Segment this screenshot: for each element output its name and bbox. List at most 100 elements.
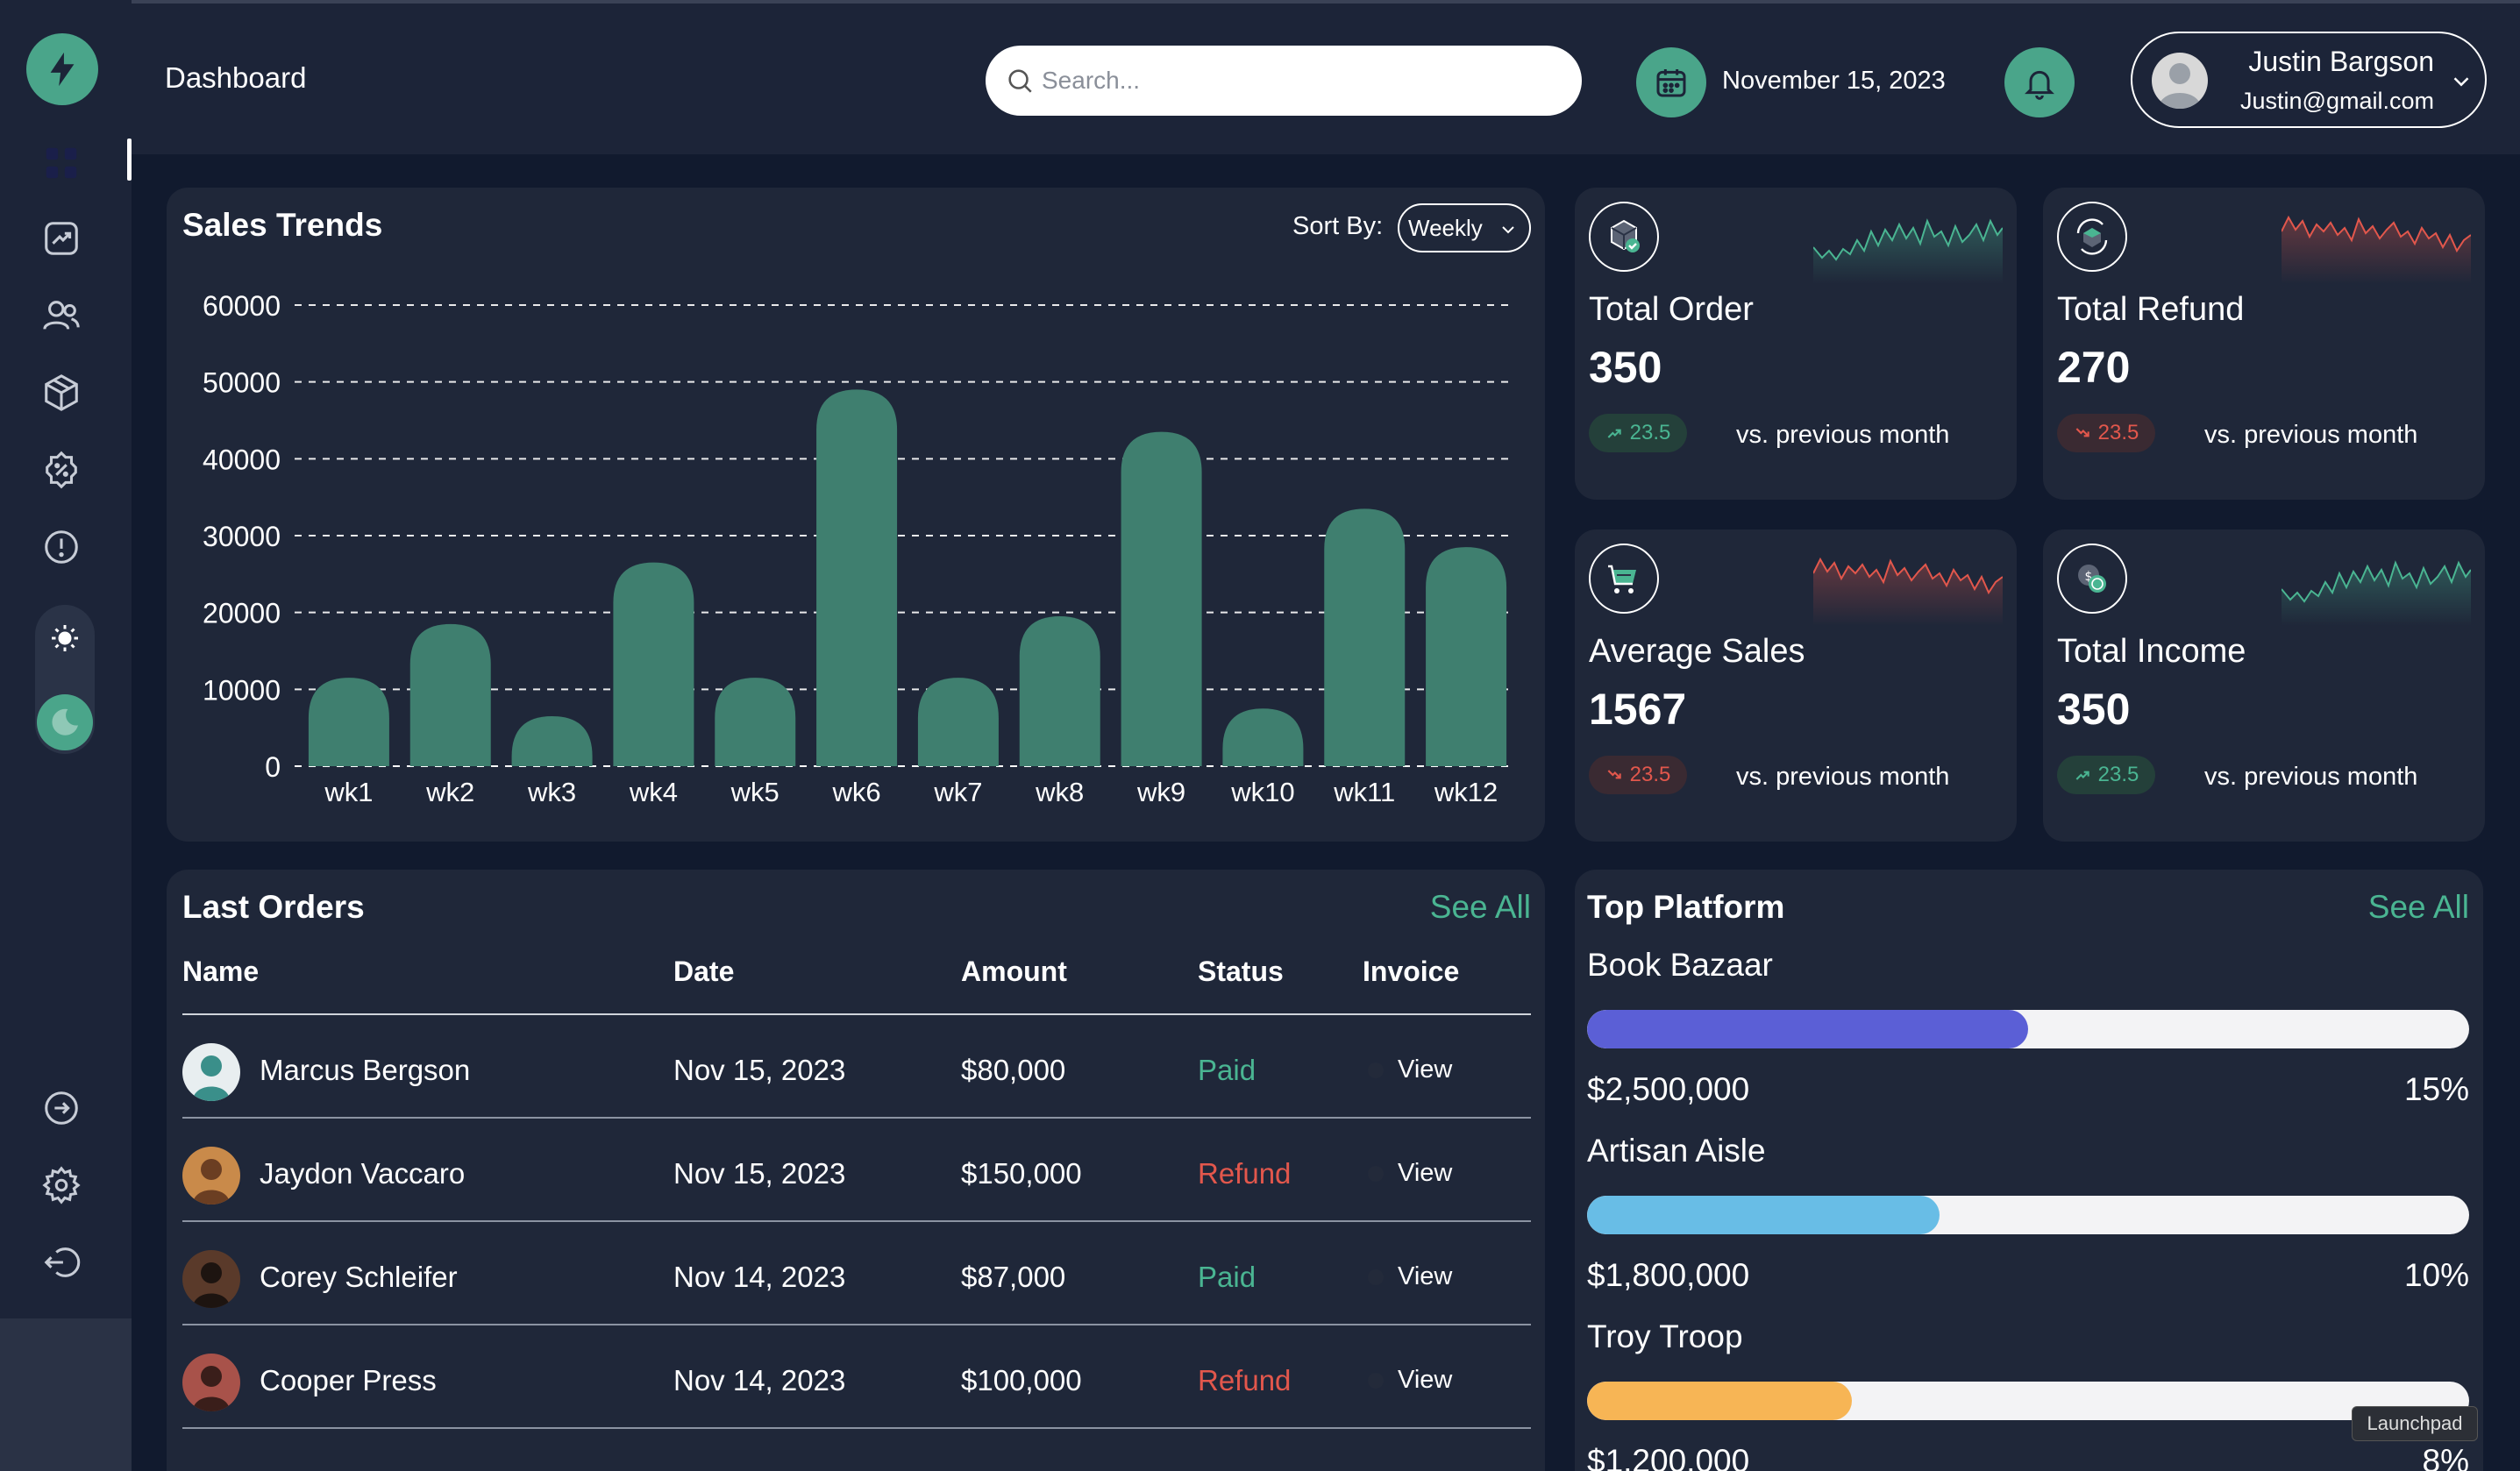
view-invoice-button[interactable]: View — [1398, 1055, 1452, 1084]
order-status: Paid — [1198, 1261, 1256, 1293]
stat-label: Total Refund — [2057, 291, 2245, 328]
table-header-divider — [182, 1013, 1531, 1015]
x-tick-label: wk4 — [629, 777, 678, 807]
top-platform-card: Top Platform See All Book Bazaar $2,500,… — [1575, 870, 2483, 1471]
chart-bar — [1426, 547, 1507, 766]
current-date: November 15, 2023 — [1722, 67, 1946, 95]
search-input[interactable] — [1042, 67, 1568, 95]
notifications-button[interactable] — [2004, 47, 2075, 117]
avatar — [182, 1354, 240, 1411]
change-value: 23.5 — [2097, 421, 2139, 444]
orders-see-all-link[interactable]: See All — [1430, 889, 1531, 926]
sparkline-chart — [1813, 557, 2003, 626]
users-icon[interactable] — [37, 291, 86, 340]
trend-chart-icon[interactable] — [37, 214, 86, 263]
row-divider — [182, 1220, 1531, 1222]
gear-icon[interactable] — [37, 1161, 86, 1210]
chart-bar — [816, 389, 898, 766]
sort-label: Sort By: — [1292, 212, 1384, 240]
stat-value: 350 — [2057, 685, 2131, 734]
platform-amount: $2,500,000 — [1587, 1071, 1750, 1107]
view-invoice-button[interactable]: View — [1398, 1262, 1452, 1291]
user-menu[interactable]: Justin Bargson Justin@gmail.com — [2131, 32, 2487, 128]
chart-bar — [917, 678, 999, 766]
cart-icon — [1589, 544, 1659, 614]
sparkline-chart — [2282, 560, 2471, 626]
column-header-amount: Amount — [961, 956, 1067, 987]
avatar — [182, 1043, 240, 1101]
order-name: Marcus Bergson — [260, 1054, 471, 1086]
arrow-right-circle-icon[interactable] — [37, 1084, 86, 1133]
sort-select[interactable]: Weekly — [1398, 203, 1531, 252]
chart-bar — [511, 716, 593, 766]
chart-bar — [715, 678, 796, 766]
avatar — [2152, 53, 2208, 109]
platform-title: Top Platform — [1587, 889, 1785, 925]
chevron-down-icon[interactable] — [2448, 68, 2474, 95]
compare-text: vs. previous month — [2204, 421, 2418, 449]
stat-card-total-income: $ Total Income 350 23.5 vs. previous mon… — [2043, 529, 2485, 842]
chevron-down-icon — [1502, 226, 1514, 234]
chart-bar — [1019, 616, 1100, 766]
stat-label: Total Income — [2057, 633, 2246, 670]
x-tick-label: wk12 — [1434, 777, 1498, 807]
compare-text: vs. previous month — [1736, 421, 1950, 449]
y-tick-label: 40000 — [203, 444, 281, 475]
logout-icon[interactable] — [37, 1238, 86, 1287]
chart-bar — [1121, 431, 1202, 766]
change-value: 23.5 — [1629, 763, 1671, 786]
change-badge: 23.5 — [2057, 756, 2155, 794]
change-value: 23.5 — [1629, 421, 1671, 444]
discount-badge-icon[interactable] — [37, 445, 86, 494]
change-badge: 23.5 — [2057, 414, 2155, 452]
stat-card-total-order: Total Order 350 23.5 vs. previous month — [1575, 188, 2017, 500]
order-date: Nov 15, 2023 — [673, 1157, 846, 1190]
chart-bar — [613, 562, 694, 766]
column-header-status: Status — [1198, 956, 1284, 987]
dashboard-grid-icon[interactable] — [37, 139, 86, 188]
x-tick-label: wk7 — [933, 777, 982, 807]
platform-progress-fill — [1587, 1382, 1852, 1420]
trend-up-icon — [2074, 766, 2098, 784]
stat-value: 1567 — [1589, 685, 1687, 734]
page-title: Dashboard — [165, 61, 307, 94]
platform-progress-bar — [1587, 1010, 2469, 1048]
last-orders-card: Last Orders See All Name Date Amount Sta… — [167, 870, 1545, 1471]
view-invoice-button[interactable]: View — [1398, 1366, 1452, 1395]
view-invoice-button[interactable]: View — [1398, 1159, 1452, 1188]
search-box[interactable] — [986, 46, 1582, 116]
sparkline-chart — [2282, 215, 2471, 284]
y-tick-label: 10000 — [203, 674, 281, 706]
coins-icon: $ — [2057, 544, 2127, 614]
sidebar-footer — [0, 1318, 132, 1471]
box-icon[interactable] — [37, 368, 86, 417]
x-tick-label: wk9 — [1136, 777, 1185, 807]
orders-title: Last Orders — [182, 889, 365, 925]
chart-bar — [308, 678, 389, 766]
platform-progress-fill — [1587, 1196, 1940, 1234]
change-value: 23.5 — [2097, 763, 2139, 786]
order-amount: $87,000 — [961, 1261, 1066, 1293]
y-tick-label: 50000 — [203, 367, 281, 399]
x-tick-label: wk8 — [1035, 777, 1084, 807]
alert-icon[interactable] — [37, 522, 86, 572]
platform-percent: 15% — [2403, 1071, 2469, 1107]
lightning-logo-icon[interactable] — [26, 33, 98, 105]
theme-toggle[interactable] — [35, 605, 95, 754]
avatar — [182, 1250, 240, 1308]
stat-label: Average Sales — [1589, 633, 1805, 670]
bell-icon — [2025, 70, 2054, 100]
order-date: Nov 14, 2023 — [673, 1261, 846, 1293]
order-name: Cooper Press — [260, 1364, 437, 1396]
sun-icon[interactable] — [44, 617, 86, 659]
row-divider — [182, 1117, 1531, 1119]
y-tick-label: 60000 — [203, 290, 281, 322]
moon-icon[interactable] — [37, 694, 93, 750]
platform-see-all-link[interactable]: See All — [2368, 889, 2469, 926]
calendar-button[interactable] — [1636, 47, 1706, 117]
x-tick-label: wk10 — [1230, 777, 1294, 807]
change-badge: 23.5 — [1589, 756, 1687, 794]
x-tick-label: wk1 — [324, 777, 373, 807]
order-date: Nov 15, 2023 — [673, 1054, 846, 1086]
platform-name: Troy Troop — [1587, 1318, 1743, 1354]
